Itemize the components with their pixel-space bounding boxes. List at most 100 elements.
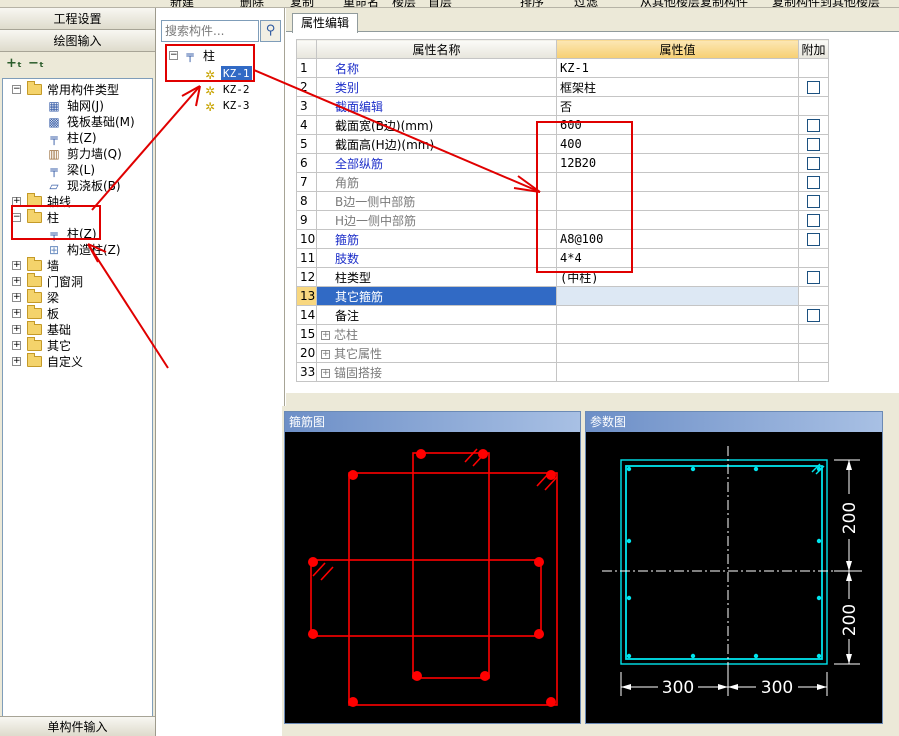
property-value[interactable] (556, 362, 799, 382)
property-row[interactable]: 7 角筋 (296, 172, 829, 192)
property-row[interactable]: 9 H边一侧中部筋 (296, 210, 829, 230)
tree-folder-common[interactable]: − 常用构件类型 (3, 81, 152, 98)
property-value[interactable]: 400 (556, 134, 799, 154)
search-icon[interactable]: ⚲ (260, 20, 281, 42)
property-value[interactable] (556, 324, 799, 344)
component-search-input[interactable]: 搜索构件... (161, 20, 259, 42)
expand-icon[interactable]: + (12, 325, 21, 334)
extra-checkbox[interactable] (807, 309, 820, 322)
expand-icon[interactable]: + (12, 261, 21, 270)
extra-checkbox[interactable] (807, 176, 820, 189)
tree-folder-foundation[interactable]: + 基础 (3, 321, 152, 338)
property-value[interactable]: KZ-1 (556, 58, 799, 78)
property-value[interactable]: 框架柱 (556, 77, 799, 97)
tree-item-shear-wall[interactable]: ▥ 剪力墙(Q) (3, 146, 152, 162)
expand-icon[interactable]: + (12, 277, 21, 286)
tree-item-construction-column[interactable]: ⊞ 构造柱(Z) (3, 242, 152, 258)
collapse-icon[interactable]: − (12, 85, 21, 94)
copy-from-floor-button[interactable]: 从其他楼层复制构件 (640, 0, 748, 7)
property-value[interactable]: 4*4 (556, 248, 799, 268)
extra-checkbox[interactable] (807, 195, 820, 208)
property-row[interactable]: 5 截面高(H边)(mm) 400 (296, 134, 829, 154)
property-row[interactable]: 4 截面宽(B边)(mm) 600 (296, 115, 829, 135)
tree-item-grid[interactable]: ▦ 轴网(J) (3, 98, 152, 114)
property-row[interactable]: 11 肢数 4*4 (296, 248, 829, 268)
rename-button[interactable]: 重命名 (343, 0, 379, 7)
extra-checkbox[interactable] (807, 271, 820, 284)
extra-checkbox[interactable] (807, 81, 820, 94)
tree-folder-custom[interactable]: + 自定义 (3, 353, 152, 370)
property-row[interactable]: 15 + 芯柱 (296, 324, 829, 344)
property-row[interactable]: 2 类别 框架柱 (296, 77, 829, 97)
sort-button[interactable]: 排序 (520, 0, 544, 7)
property-row[interactable]: 3 截面编辑否 (296, 96, 829, 116)
expand-icon[interactable]: + (321, 368, 330, 378)
tree-item-slab[interactable]: ▱ 现浇板(B) (3, 178, 152, 194)
tree-folder-axis[interactable]: + 轴线 (3, 193, 152, 210)
component-item-kz1[interactable]: ✲ KZ-1 (205, 66, 265, 82)
collapse-icon[interactable]: − (12, 213, 21, 222)
tree-folder-wall[interactable]: + 墙 (3, 257, 152, 274)
drawing-input-tab[interactable]: 绘图输入 (0, 30, 155, 52)
property-value[interactable] (556, 210, 799, 230)
extra-checkbox[interactable] (807, 233, 820, 246)
tree-folder-openings[interactable]: + 门窗洞 (3, 273, 152, 290)
expand-icon[interactable]: + (321, 349, 330, 359)
expand-icon[interactable]: + (321, 330, 330, 340)
filter-button[interactable]: 过滤 (574, 0, 598, 7)
tree-folder-slab[interactable]: + 板 (3, 305, 152, 322)
property-row[interactable]: 8 B边一侧中部筋 (296, 191, 829, 211)
property-value[interactable] (556, 191, 799, 211)
property-row[interactable]: 13 其它箍筋 (296, 286, 829, 306)
extra-checkbox[interactable] (807, 157, 820, 170)
expand-icon[interactable]: + (12, 309, 21, 318)
property-value[interactable]: 600 (556, 115, 799, 135)
tab-property-edit[interactable]: 属性编辑 (292, 13, 359, 33)
tree-folder-other[interactable]: + 其它 (3, 337, 152, 354)
extra-checkbox[interactable] (807, 119, 820, 132)
property-row[interactable]: 12 柱类型 (中柱) (296, 267, 829, 287)
delete-button[interactable]: 删除 (240, 0, 264, 7)
property-row[interactable]: 20 + 其它属性 (296, 343, 829, 363)
collapse-all-icon[interactable]: −ₜ (28, 56, 44, 71)
expand-icon[interactable]: + (12, 293, 21, 302)
new-button[interactable]: 新建 (170, 0, 194, 7)
tree-folder-column[interactable]: − 柱 (3, 209, 152, 226)
property-value[interactable]: 12B20 (556, 153, 799, 173)
tree-folder-beam[interactable]: + 梁 (3, 289, 152, 306)
row-number: 2 (296, 77, 317, 97)
expand-all-icon[interactable]: +ₜ (6, 56, 22, 71)
property-value[interactable] (556, 172, 799, 192)
floor-select[interactable]: 首层 (428, 0, 452, 7)
tree-item-raft-foundation[interactable]: ▩ 筏板基础(M) (3, 114, 152, 130)
property-row[interactable]: 14 备注 (296, 305, 829, 325)
project-settings-tab[interactable]: 工程设置 (0, 8, 155, 30)
stirrup-view[interactable]: 箍筋图 (284, 411, 581, 724)
collapse-icon[interactable]: − (169, 51, 178, 60)
property-value[interactable] (556, 343, 799, 363)
property-value[interactable] (556, 286, 799, 306)
component-item-kz2[interactable]: ✲ KZ-2 (205, 82, 265, 98)
copy-to-floor-button[interactable]: 复制构件到其他楼层 (772, 0, 880, 7)
property-value[interactable]: (中柱) (556, 267, 799, 287)
single-component-input-tab[interactable]: 单构件输入 (0, 716, 155, 736)
extra-checkbox[interactable] (807, 138, 820, 151)
property-value[interactable] (556, 305, 799, 325)
expand-icon[interactable]: + (12, 357, 21, 366)
tree-item-beam[interactable]: ╤ 梁(L) (3, 162, 152, 178)
property-row[interactable]: 10 箍筋 A8@100 (296, 229, 829, 249)
property-value[interactable]: A8@100 (556, 229, 799, 249)
tree-item-column-common[interactable]: ╤ 柱(Z) (3, 130, 152, 146)
property-row[interactable]: 33 + 锚固搭接 (296, 362, 829, 382)
property-row[interactable]: 6 全部纵筋 12B20 (296, 153, 829, 173)
property-row[interactable]: 1 名称 KZ-1 (296, 58, 829, 78)
component-item-kz3[interactable]: ✲ KZ-3 (205, 98, 265, 114)
copy-button[interactable]: 复制 (290, 0, 314, 7)
extra-checkbox[interactable] (807, 214, 820, 227)
component-group-column[interactable]: − ╤ 柱 (169, 48, 279, 64)
property-value[interactable]: 否 (556, 96, 799, 116)
parameter-view[interactable]: 参数图 200 200 300 300 (585, 411, 883, 724)
tree-item-column[interactable]: ╤ 柱(Z) (3, 226, 152, 242)
expand-icon[interactable]: + (12, 197, 21, 206)
expand-icon[interactable]: + (12, 341, 21, 350)
